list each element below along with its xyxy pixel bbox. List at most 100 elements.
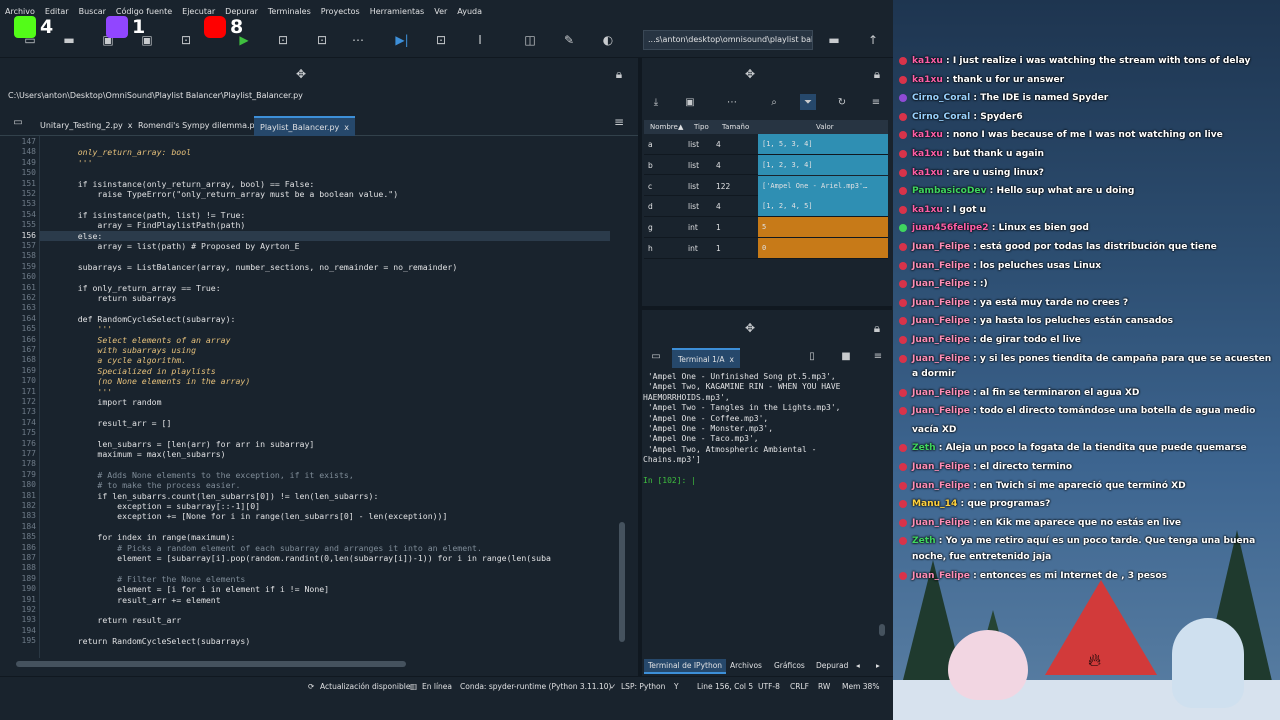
wrench-icon[interactable]: ✎ — [561, 32, 577, 48]
variable-row[interactable]: g int 1 5 — [644, 217, 888, 238]
hamburger-menu-icon[interactable]: ≡ — [611, 114, 627, 130]
menu-item[interactable]: Terminales — [263, 7, 316, 16]
platform-icon — [899, 187, 907, 196]
line-number: 188 — [21, 563, 36, 573]
move-pane-icon[interactable]: ✥ — [742, 66, 758, 82]
column-header-value[interactable]: Valor — [816, 123, 834, 131]
column-header-size[interactable]: Tamaño — [722, 123, 749, 131]
stop-icon[interactable]: ■ — [838, 348, 854, 364]
tab-terminal-1a[interactable]: Terminal 1/A x — [672, 348, 740, 368]
variable-row[interactable]: d list 4 [1, 2, 4, 5] — [644, 196, 888, 217]
python-icon[interactable]: ◐ — [600, 32, 616, 48]
column-header-name[interactable]: Nombre — [650, 123, 678, 131]
variable-value[interactable]: 5 — [758, 217, 888, 238]
move-pane-icon[interactable]: ✥ — [742, 320, 758, 336]
tab-unitary-testing[interactable]: Unitary_Testing_2.py x — [34, 116, 139, 136]
working-directory-input[interactable]: ...s\anton\desktop\omnisound\playlist ba… — [643, 30, 813, 50]
layout-icon[interactable]: ◫ — [522, 32, 538, 48]
lsp-status[interactable]: LSP: Python — [621, 682, 665, 691]
chat-username: Juan_Felipe — [912, 480, 970, 491]
menu-item[interactable]: Proyectos — [316, 7, 365, 16]
editor-vertical-scrollbar[interactable] — [618, 136, 626, 656]
chevron-left-icon[interactable]: ◂ — [852, 659, 864, 672]
close-icon[interactable]: x — [344, 123, 349, 132]
console-scrollbar[interactable] — [879, 372, 886, 636]
variable-row[interactable]: a list 4 [1, 5, 3, 4] — [644, 134, 888, 155]
code-line: return result_arr — [58, 615, 182, 626]
refresh-icon[interactable]: ↻ — [834, 94, 850, 110]
editor-horizontal-scrollbar[interactable] — [16, 660, 616, 668]
browse-tabs-icon[interactable]: ▭ — [10, 114, 26, 130]
platform-icon — [899, 571, 907, 580]
line-number: 160 — [21, 272, 36, 282]
save-data-icon[interactable]: ▣ — [682, 94, 698, 110]
remove-all-icon[interactable]: ⋯ — [724, 94, 740, 110]
trash-icon[interactable]: ▯ — [804, 348, 820, 364]
conda-env-status[interactable]: Conda: spyder-runtime (Python 3.11.10) — [460, 682, 611, 691]
move-pane-icon[interactable]: ✥ — [293, 66, 309, 82]
tab-ipython-console[interactable]: Terminal de IPython — [644, 659, 727, 674]
chat-message: Juan_Felipe : al fin se terminaron el ag… — [897, 384, 1280, 403]
up-arrow-icon[interactable]: ↑ — [865, 32, 881, 48]
update-available-status[interactable]: Actualización disponible — [320, 682, 410, 691]
debug-icon[interactable]: ▶| — [394, 32, 410, 48]
ipython-console[interactable]: 'Ampel One - Unfinished Song pt.5.mp3', … — [643, 372, 879, 656]
search-icon[interactable]: ⌕ — [766, 94, 782, 110]
browse-folder-icon[interactable]: ▬ — [826, 32, 842, 48]
tab-playlist-balancer[interactable]: Playlist_Balancer.py x — [254, 116, 355, 136]
scrollbar-thumb[interactable] — [619, 522, 625, 642]
browse-tabs-icon[interactable]: ▭ — [648, 348, 664, 364]
variable-explorer-toolbar: ⤓ ▣ ⋯ ⌕ ⏷ ↻ ≡ — [642, 90, 892, 114]
code-line: # Picks a random element of each subarra… — [58, 542, 482, 553]
pane-splitter[interactable] — [642, 306, 892, 310]
chevron-right-icon[interactable]: ▸ — [872, 659, 884, 672]
variable-row[interactable]: h int 1 0 — [644, 238, 888, 259]
code-editor[interactable]: 147 148 only_return_array: bool 149 ''' 150… — [0, 136, 625, 658]
scrollbar-thumb[interactable] — [16, 661, 406, 667]
line-number: 190 — [21, 584, 36, 594]
status-bar: ⟳ Actualización disponible ▥ En línea Co… — [0, 676, 893, 696]
line-number: 156 — [21, 230, 36, 240]
variable-value[interactable]: 0 — [758, 238, 888, 258]
variable-value[interactable]: ['Ampel One - Ariel.mp3'… — [758, 175, 888, 196]
line-number: 166 — [21, 334, 36, 344]
tab-files[interactable]: Archivos — [726, 659, 766, 672]
variable-value[interactable]: [1, 2, 4, 5] — [758, 196, 888, 217]
chat-username: ka1xu — [912, 204, 943, 215]
chat-username: Zeth — [912, 443, 936, 454]
scrollbar-thumb[interactable] — [879, 624, 885, 636]
open-folder-icon[interactable]: ▬ — [61, 32, 77, 48]
column-header-type[interactable]: Tipo — [694, 123, 709, 131]
variable-row[interactable]: b list 4 [1, 2, 3, 4] — [644, 154, 888, 176]
new-window-icon[interactable]: ⊡ — [178, 32, 194, 48]
run-cell-advance-icon[interactable]: ⊡ — [314, 32, 330, 48]
tab-plots[interactable]: Gráficos — [770, 659, 809, 672]
tab-label: Playlist_Balancer.py — [260, 123, 340, 132]
menu-item[interactable]: Ver — [429, 7, 452, 16]
hamburger-menu-icon[interactable]: ≡ — [868, 94, 884, 110]
close-icon[interactable]: x — [730, 355, 734, 364]
menu-item[interactable]: Herramientas — [365, 7, 430, 16]
variable-value[interactable]: [1, 5, 3, 4] — [758, 134, 888, 154]
code-line: with subarrays using — [58, 345, 197, 355]
chat-text: The IDE is named Spyder — [980, 93, 1109, 104]
chat-text: nono I was because of me I was not watch… — [952, 130, 1223, 141]
import-data-icon[interactable]: ⤓ — [648, 94, 664, 110]
variable-row[interactable]: c list 122 ['Ampel One - Ariel.mp3'… — [644, 175, 888, 197]
platform-icon — [899, 298, 907, 307]
platform-icon — [899, 57, 907, 65]
text-cursor-icon[interactable]: I — [472, 32, 488, 48]
maximize-pane-icon[interactable]: ⊡ — [433, 32, 449, 48]
variable-value[interactable]: [1, 2, 3, 4] — [758, 154, 888, 175]
run-cell-icon[interactable]: ⊡ — [275, 32, 291, 48]
filter-icon[interactable]: ⏷ — [800, 94, 816, 110]
console-prompt[interactable]: In [102]: | — [643, 476, 879, 486]
line-number: 172 — [21, 397, 36, 406]
lock-icon[interactable]: 🔒︎ — [869, 320, 885, 336]
menu-item[interactable]: Ayuda — [452, 7, 487, 16]
lock-icon[interactable]: 🔒︎ — [611, 66, 627, 82]
tab-debugger[interactable]: Depurad — [812, 659, 852, 672]
lock-icon[interactable]: 🔒︎ — [869, 66, 885, 82]
hamburger-menu-icon[interactable]: ≡ — [870, 348, 886, 364]
more-options-icon[interactable]: ⋯ — [350, 32, 366, 48]
